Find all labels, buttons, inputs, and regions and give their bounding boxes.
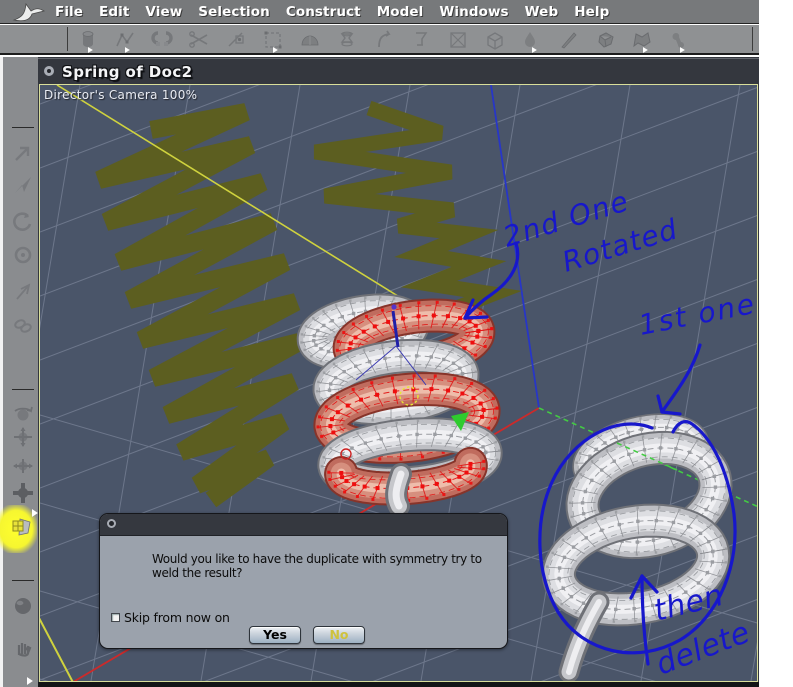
menu-web[interactable]: Web (525, 4, 559, 20)
skip-checkbox[interactable] (111, 613, 120, 622)
tool-move-cross-icon[interactable] (11, 481, 35, 505)
dialog-message-line1: Would you like to have the duplicate wit… (152, 552, 482, 566)
weld-confirm-dialog: Would you like to have the duplicate wit… (99, 513, 508, 649)
toolbar-weld-icon[interactable] (224, 28, 248, 52)
toolbar-dome-icon[interactable] (298, 28, 322, 52)
tool-arrow-cursor-icon[interactable] (11, 141, 35, 165)
dialog-message-line2: weld the result? (152, 566, 243, 580)
tool-sphere-icon[interactable] (11, 594, 35, 618)
toolbar-magnet-icon[interactable] (150, 28, 174, 52)
dialog-message: Would you like to have the duplicate wit… (152, 552, 482, 580)
document-titlebar[interactable]: Spring of Doc2 (38, 58, 759, 84)
tool-dart-select-icon[interactable] (11, 173, 35, 197)
toolbar-divider (752, 27, 753, 51)
document-window-bottom-border (38, 682, 759, 687)
tool-hand-pan-icon[interactable] (11, 635, 35, 659)
yes-button[interactable]: Yes (249, 626, 301, 644)
toolbar-flyout-arrow-icon[interactable] (273, 47, 278, 53)
screenshot-stage: File Edit View Selection Construct Model… (0, 0, 793, 687)
menu-file[interactable]: File (55, 4, 83, 20)
spring-original-white (541, 413, 733, 681)
marker-violet-dot (391, 304, 397, 310)
toolbar-flyout-arrow-icon[interactable] (532, 47, 537, 53)
tool-chain-links-icon[interactable] (11, 314, 35, 338)
tool-gizmo-axes-icon[interactable] (11, 425, 35, 449)
toolbar-rock-icon[interactable] (594, 28, 618, 52)
menu-bar: File Edit View Selection Construct Model… (0, 0, 759, 24)
toolbar-flyout-arrow-icon[interactable] (125, 47, 130, 53)
toolbar-scissors-icon[interactable] (187, 28, 211, 52)
toolbar-flyout-arrow-icon[interactable] (680, 47, 685, 53)
tool-orbit-rotate-icon[interactable] (11, 402, 35, 426)
window-close-icon[interactable] (44, 66, 54, 76)
dialog-checkbox-row: Skip from now on (111, 610, 230, 625)
sidebar-divider (12, 580, 34, 581)
main-toolbar (0, 25, 759, 55)
spring1-tail (385, 463, 412, 517)
toolbar-lathe-icon[interactable] (335, 28, 359, 52)
sidebar-divider (12, 389, 34, 390)
toolbar-cross-box-icon[interactable] (446, 28, 470, 52)
camera-label: Director's Camera 100% (44, 88, 198, 102)
toolbar-flyout-arrow-icon[interactable] (88, 47, 93, 53)
menu-windows[interactable]: Windows (439, 4, 508, 20)
tool-gizmo-scale-icon[interactable] (11, 454, 35, 478)
tool-disc-icon[interactable] (11, 243, 35, 267)
dialog-close-icon[interactable] (107, 519, 116, 528)
toolbar-divider (67, 27, 68, 51)
skip-checkbox-label: Skip from now on (124, 610, 230, 625)
toolbar-box-3d-icon[interactable] (483, 28, 507, 52)
menu-selection[interactable]: Selection (198, 4, 270, 20)
no-button[interactable]: No (313, 626, 365, 644)
toolbar-goblet-icon[interactable] (409, 28, 433, 52)
toolbar-pen-icon[interactable] (557, 28, 581, 52)
app-logo-icon (12, 2, 46, 21)
menu-model[interactable]: Model (377, 4, 424, 20)
menu-construct[interactable]: Construct (286, 4, 361, 20)
sidebar-divider (12, 127, 34, 128)
tool-rotate-c-icon[interactable] (11, 210, 35, 234)
tool-needle-icon[interactable] (11, 280, 35, 304)
tool-symmetry-active-icon[interactable] (10, 513, 34, 537)
axis-z (490, 85, 540, 409)
application-window: File Edit View Selection Construct Model… (0, 0, 759, 687)
document-title: Spring of Doc2 (62, 63, 193, 81)
menu-edit[interactable]: Edit (99, 4, 129, 20)
menu-view[interactable]: View (145, 4, 182, 20)
menu-help[interactable]: Help (574, 4, 609, 20)
tool-sidebar (0, 57, 38, 687)
toolbar-sweep-icon[interactable] (372, 28, 396, 52)
toolbar-flyout-arrow-icon[interactable] (643, 47, 648, 53)
sidebar-flyout-arrow-icon[interactable] (27, 677, 33, 685)
dialog-titlebar[interactable] (100, 514, 507, 536)
